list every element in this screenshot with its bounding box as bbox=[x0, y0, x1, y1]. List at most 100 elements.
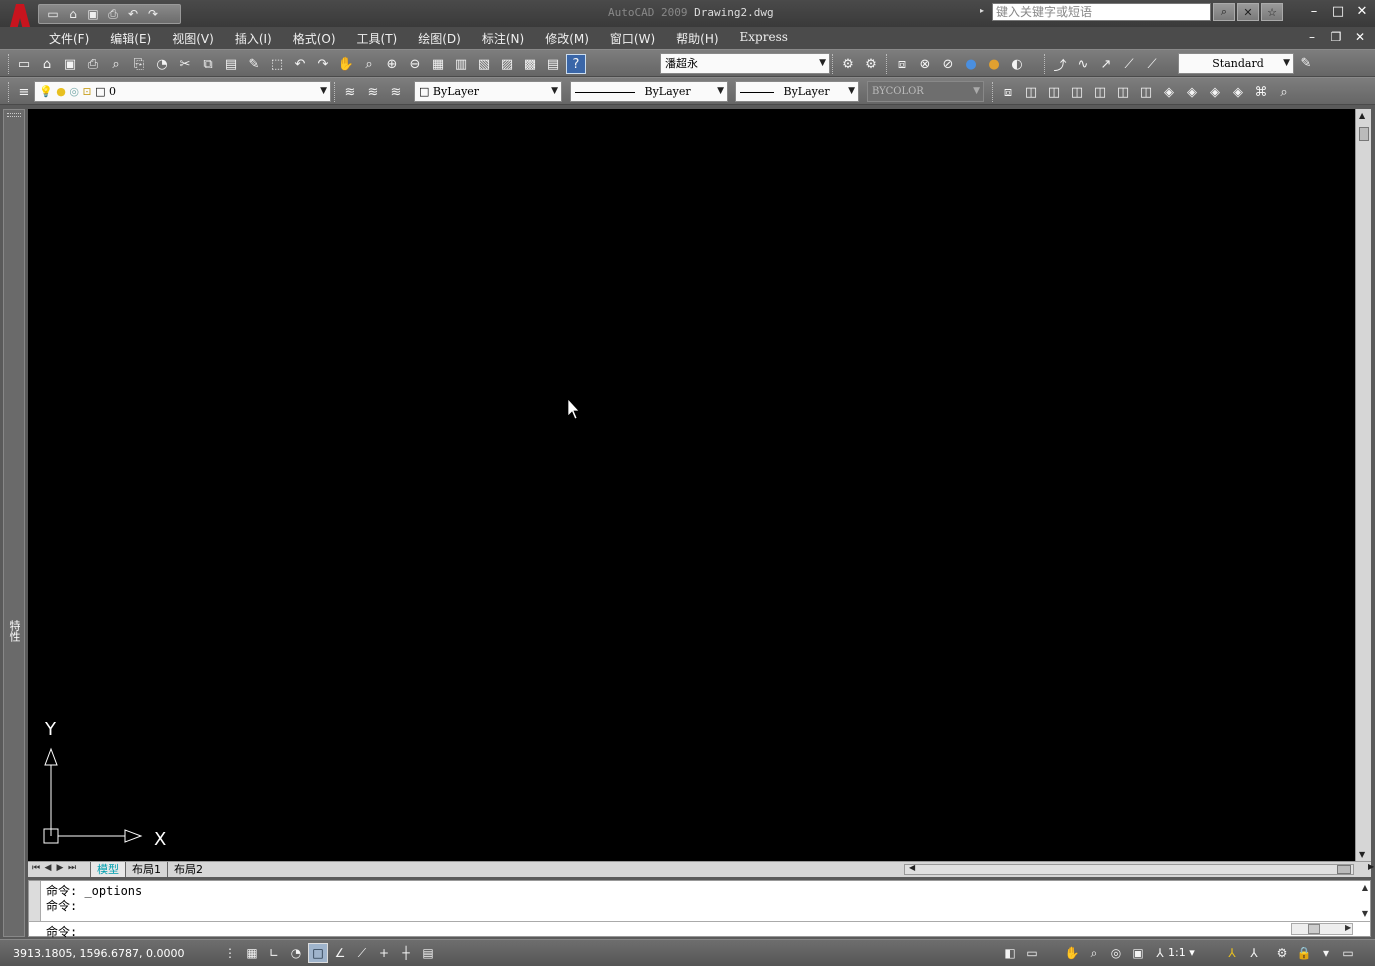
scroll-right-icon[interactable]: ▶ bbox=[1345, 923, 1351, 932]
menu-dimension[interactable]: 标注(N) bbox=[482, 30, 524, 47]
clean-screen-icon[interactable]: ▭ bbox=[1338, 943, 1358, 963]
top-view-icon[interactable]: ◫ bbox=[1021, 82, 1041, 102]
properties-palette[interactable]: 特性 bbox=[3, 109, 25, 937]
save-icon[interactable]: ▣ bbox=[60, 54, 80, 74]
drawing-canvas[interactable]: Y X bbox=[28, 109, 1355, 861]
tab-model[interactable]: 模型 bbox=[90, 862, 125, 877]
auto-scale-icon[interactable]: ⅄ bbox=[1244, 943, 1264, 963]
dim-style-edit-icon[interactable]: ✎ bbox=[1296, 53, 1316, 73]
ne-iso-icon[interactable]: ◈ bbox=[1205, 82, 1225, 102]
horizontal-scrollbar[interactable]: ◀ bbox=[904, 863, 1354, 875]
scroll-thumb[interactable] bbox=[1359, 127, 1369, 141]
render-icon[interactable]: ◐ bbox=[1007, 54, 1027, 74]
grid-display-icon[interactable]: ▦ bbox=[242, 943, 262, 963]
menu-file[interactable]: 文件(F) bbox=[49, 30, 89, 47]
command-hscroll[interactable] bbox=[1291, 923, 1353, 935]
doc-minimize-icon[interactable]: – bbox=[1305, 30, 1319, 44]
annotation-scale[interactable]: 1:1 ▾ bbox=[1168, 946, 1195, 959]
search-icon[interactable]: ⌕ bbox=[1213, 3, 1235, 21]
redo-icon[interactable]: ↷ bbox=[145, 7, 161, 21]
steeringwheel-icon[interactable]: ◎ bbox=[1106, 943, 1126, 963]
front-view-icon[interactable]: ◫ bbox=[1113, 82, 1133, 102]
communication-center-icon[interactable]: ✕ bbox=[1237, 3, 1259, 21]
menu-view[interactable]: 视图(V) bbox=[172, 30, 214, 47]
layer-states-icon[interactable]: ≋ bbox=[386, 82, 406, 102]
lineweight-toggle-icon[interactable]: ┼ bbox=[396, 943, 416, 963]
prev-tab-icon[interactable]: ◀ bbox=[43, 863, 53, 873]
next-tab-icon[interactable]: ▶ bbox=[55, 863, 65, 873]
text-style-combo[interactable]: 潘超永 ▼ bbox=[660, 53, 830, 74]
render-sphere-icon[interactable]: ● bbox=[961, 54, 981, 74]
menu-insert[interactable]: 插入(I) bbox=[235, 30, 272, 47]
layout-space-icon[interactable]: ▭ bbox=[1022, 943, 1042, 963]
linetype-combo[interactable]: ByLayer ▼ bbox=[570, 81, 728, 102]
se-iso-icon[interactable]: ◈ bbox=[1182, 82, 1202, 102]
zoom-extents-icon[interactable]: ⌕ bbox=[1274, 82, 1294, 102]
menu-modify[interactable]: 修改(M) bbox=[545, 30, 589, 47]
ortho-mode-icon[interactable]: ∟ bbox=[264, 943, 284, 963]
quick-properties-icon[interactable]: ▤ bbox=[418, 943, 438, 963]
menu-edit[interactable]: 编辑(E) bbox=[110, 30, 151, 47]
color-combo[interactable]: □ ByLayer ▼ bbox=[414, 81, 562, 102]
dynamic-ucs-icon[interactable]: ⟋ bbox=[352, 943, 372, 963]
scroll-up-icon[interactable]: ▲ bbox=[1362, 883, 1368, 892]
menu-tools[interactable]: 工具(T) bbox=[357, 30, 398, 47]
close-icon[interactable]: ✕ bbox=[1355, 4, 1369, 20]
render-wire-icon[interactable]: ⊗ bbox=[915, 54, 935, 74]
block-editor-icon[interactable]: ⬚ bbox=[267, 54, 287, 74]
polar-tracking-icon[interactable]: ◔ bbox=[286, 943, 306, 963]
cut-icon[interactable]: ✂ bbox=[175, 54, 195, 74]
zoom-realtime-icon[interactable]: ⌕ bbox=[359, 54, 379, 74]
nw-iso-icon[interactable]: ◈ bbox=[1228, 82, 1248, 102]
publish-icon[interactable]: ⎘ bbox=[129, 54, 149, 74]
save-icon[interactable]: ▣ bbox=[85, 7, 101, 21]
snap-mode-icon[interactable]: ⋮ bbox=[220, 943, 240, 963]
render-material-icon[interactable]: ● bbox=[984, 54, 1004, 74]
menu-draw[interactable]: 绘图(D) bbox=[418, 30, 461, 47]
scroll-down-icon[interactable]: ▼ bbox=[1362, 909, 1368, 918]
new-icon[interactable]: ▭ bbox=[14, 54, 34, 74]
render-hidden-icon[interactable]: ⊘ bbox=[938, 54, 958, 74]
maximize-icon[interactable]: □ bbox=[1331, 4, 1345, 20]
zoom-previous-icon[interactable]: ⊖ bbox=[405, 54, 425, 74]
search-input[interactable]: 键入关键字或短语 bbox=[992, 3, 1211, 21]
leader-icon[interactable]: ↗ bbox=[1096, 54, 1116, 74]
tool-palettes-icon[interactable]: ▧ bbox=[474, 54, 494, 74]
undo-icon[interactable]: ↶ bbox=[290, 54, 310, 74]
coordinate-readout[interactable]: 3913.1805, 1596.6787, 0.0000 bbox=[13, 947, 184, 960]
hscroll-thumb[interactable] bbox=[1337, 865, 1351, 874]
scroll-up-icon[interactable]: ▲ bbox=[1359, 111, 1365, 120]
layer-previous-icon[interactable]: ≋ bbox=[363, 82, 383, 102]
dim-text-icon[interactable]: ⟋ bbox=[1142, 54, 1162, 74]
tab-layout1[interactable]: 布局1 bbox=[125, 862, 167, 877]
right-view-icon[interactable]: ◫ bbox=[1090, 82, 1110, 102]
object-snap-icon[interactable]: □ bbox=[308, 943, 328, 963]
minimize-icon[interactable]: – bbox=[1307, 4, 1321, 20]
tab-layout2[interactable]: 布局2 bbox=[167, 862, 209, 877]
dim-style-manager-icon[interactable]: ⚙ bbox=[861, 54, 881, 74]
scroll-left-icon[interactable]: ◀ bbox=[909, 863, 915, 872]
scroll-right-icon[interactable]: ▶ bbox=[1368, 862, 1374, 871]
plot-preview-icon[interactable]: ⌕ bbox=[106, 54, 126, 74]
dim-edit-icon[interactable]: ⟋ bbox=[1119, 54, 1139, 74]
calculator-icon[interactable]: ▤ bbox=[543, 54, 563, 74]
menu-format[interactable]: 格式(O) bbox=[293, 30, 336, 47]
sheet-set-icon[interactable]: ▨ bbox=[497, 54, 517, 74]
dim-style-combo[interactable]: Standard ▼ bbox=[1178, 53, 1294, 74]
favorites-star-icon[interactable]: ☆ bbox=[1261, 3, 1283, 21]
last-tab-icon[interactable]: ⏭ bbox=[67, 863, 77, 873]
make-current-layer-icon[interactable]: ≋ bbox=[340, 82, 360, 102]
vertical-scrollbar[interactable]: ▲ ▼ bbox=[1355, 109, 1371, 861]
3d-dwf-icon[interactable]: ◔ bbox=[152, 54, 172, 74]
match-properties-icon[interactable]: ✎ bbox=[244, 54, 264, 74]
layer-manager-icon[interactable]: ≡ bbox=[14, 82, 34, 102]
paste-icon[interactable]: ▤ bbox=[221, 54, 241, 74]
pan-icon[interactable]: ✋ bbox=[336, 54, 356, 74]
palette-grip[interactable] bbox=[7, 113, 21, 117]
undo-icon[interactable]: ↶ bbox=[125, 7, 141, 21]
markup-icon[interactable]: ▩ bbox=[520, 54, 540, 74]
command-grip[interactable] bbox=[29, 881, 41, 921]
zoom-icon[interactable]: ⌕ bbox=[1084, 943, 1104, 963]
left-view-icon[interactable]: ◫ bbox=[1067, 82, 1087, 102]
status-menu-icon[interactable]: ▾ bbox=[1316, 943, 1336, 963]
